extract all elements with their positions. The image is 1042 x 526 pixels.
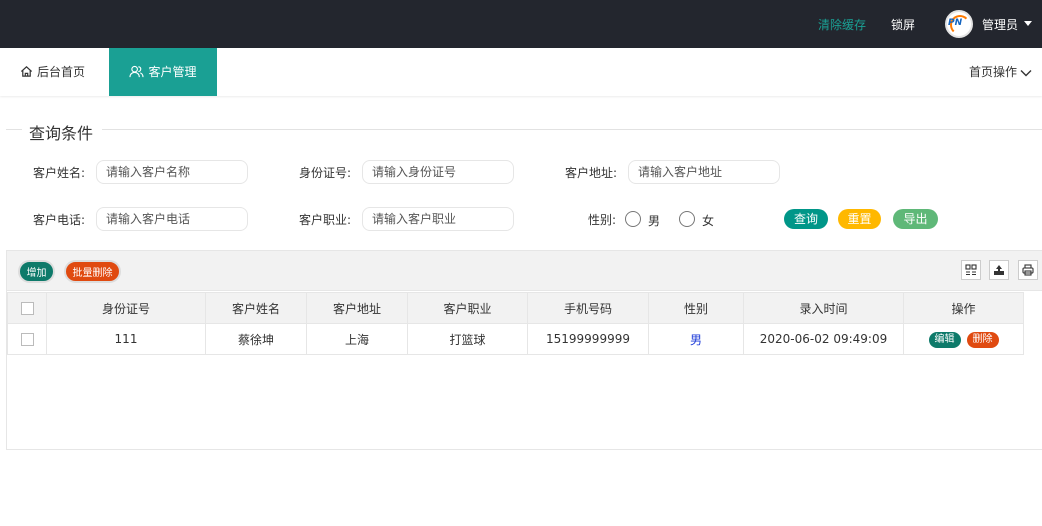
avatar[interactable]: PN xyxy=(945,10,973,38)
gender-label: 性别: xyxy=(588,213,617,227)
lock-screen-link[interactable]: 锁屏 xyxy=(891,16,915,33)
caret-down-icon[interactable] xyxy=(1024,21,1032,26)
cell-address: 上海 xyxy=(306,323,408,355)
gender-male-label[interactable]: 男 xyxy=(648,212,660,229)
customer-table-panel: 增加 批量删除 身份证号 客户姓名 客户地址 客户职业 手机号码 性别 录入时间… xyxy=(6,250,1042,450)
select-all-cell xyxy=(7,292,47,324)
delete-button[interactable]: 删除 xyxy=(966,331,999,348)
row-checkbox[interactable] xyxy=(20,333,34,346)
customer-name-input[interactable] xyxy=(96,160,248,184)
customer-name-label: 客户姓名: xyxy=(33,166,86,180)
cell-id-card: 111 xyxy=(46,323,206,355)
gender-female-radio[interactable] xyxy=(679,211,695,227)
table-row[interactable]: 111 蔡徐坤 上海 打篮球 15199999999 男 2020-06-02 … xyxy=(7,323,1024,355)
gender-male-radio[interactable] xyxy=(625,211,641,227)
tab-customer-label: 客户管理 xyxy=(148,65,197,79)
edit-button[interactable]: 编辑 xyxy=(928,331,961,348)
customer-phone-label: 客户电话: xyxy=(33,213,86,227)
table-toolbar: 增加 批量删除 xyxy=(7,251,1042,291)
cell-phone: 15199999999 xyxy=(527,323,649,355)
col-id-card[interactable]: 身份证号 xyxy=(46,292,206,324)
tab-home[interactable]: 后台首页 xyxy=(20,48,85,96)
add-button[interactable]: 增加 xyxy=(18,260,55,283)
columns-filter-icon[interactable] xyxy=(961,260,981,280)
cell-job: 打篮球 xyxy=(407,323,528,355)
home-actions-dropdown[interactable]: 首页操作 xyxy=(969,48,1032,96)
search-legend: 查询条件 xyxy=(29,124,94,143)
cell-name: 蔡徐坤 xyxy=(205,323,307,355)
query-button[interactable]: 查询 xyxy=(784,209,828,229)
customer-address-input[interactable] xyxy=(628,160,780,184)
table-header-row: 身份证号 客户姓名 客户地址 客户职业 手机号码 性别 录入时间 操作 xyxy=(7,292,1024,324)
chevron-down-icon xyxy=(1020,70,1032,77)
col-job[interactable]: 客户职业 xyxy=(407,292,528,324)
id-card-label: 身份证号: xyxy=(299,166,352,180)
cell-created: 2020-06-02 09:49:09 xyxy=(743,323,904,355)
admin-menu[interactable]: 管理员 xyxy=(982,16,1018,33)
fieldset-border-right xyxy=(102,129,1042,130)
customer-job-input[interactable] xyxy=(362,207,514,231)
row-select-cell xyxy=(7,323,47,355)
col-phone[interactable]: 手机号码 xyxy=(527,292,649,324)
gender-female-label[interactable]: 女 xyxy=(702,212,714,229)
home-icon xyxy=(20,66,33,77)
customer-address-label: 客户地址: xyxy=(565,166,618,180)
tab-home-label: 后台首页 xyxy=(37,65,86,79)
users-icon xyxy=(129,65,145,78)
tab-bar: 后台首页 客户管理 首页操作 xyxy=(0,48,1042,96)
clear-cache-link[interactable]: 清除缓存 xyxy=(818,16,866,33)
home-actions-label: 首页操作 xyxy=(968,65,1017,79)
col-address[interactable]: 客户地址 xyxy=(306,292,408,324)
cell-actions: 编辑 删除 xyxy=(903,323,1024,355)
export-button[interactable]: 导出 xyxy=(893,209,938,229)
id-card-input[interactable] xyxy=(362,160,514,184)
top-header: 清除缓存 锁屏 PN 管理员 xyxy=(0,0,1042,48)
col-created[interactable]: 录入时间 xyxy=(743,292,904,324)
reset-button[interactable]: 重置 xyxy=(838,209,881,229)
customer-phone-input[interactable] xyxy=(96,207,248,231)
fieldset-border-left xyxy=(6,129,22,130)
customer-job-label: 客户职业: xyxy=(299,213,352,227)
col-name[interactable]: 客户姓名 xyxy=(205,292,307,324)
col-actions: 操作 xyxy=(903,292,1024,324)
batch-delete-button[interactable]: 批量删除 xyxy=(64,260,121,283)
tab-customer[interactable]: 客户管理 xyxy=(109,48,217,96)
customer-table: 身份证号 客户姓名 客户地址 客户职业 手机号码 性别 录入时间 操作 111 … xyxy=(7,292,1024,355)
col-gender[interactable]: 性别 xyxy=(648,292,744,324)
cell-gender: 男 xyxy=(648,323,744,355)
select-all-checkbox[interactable] xyxy=(20,302,34,315)
print-icon[interactable] xyxy=(1018,260,1038,280)
export-table-icon[interactable] xyxy=(989,260,1009,280)
avatar-logo-text: PN xyxy=(948,18,963,28)
